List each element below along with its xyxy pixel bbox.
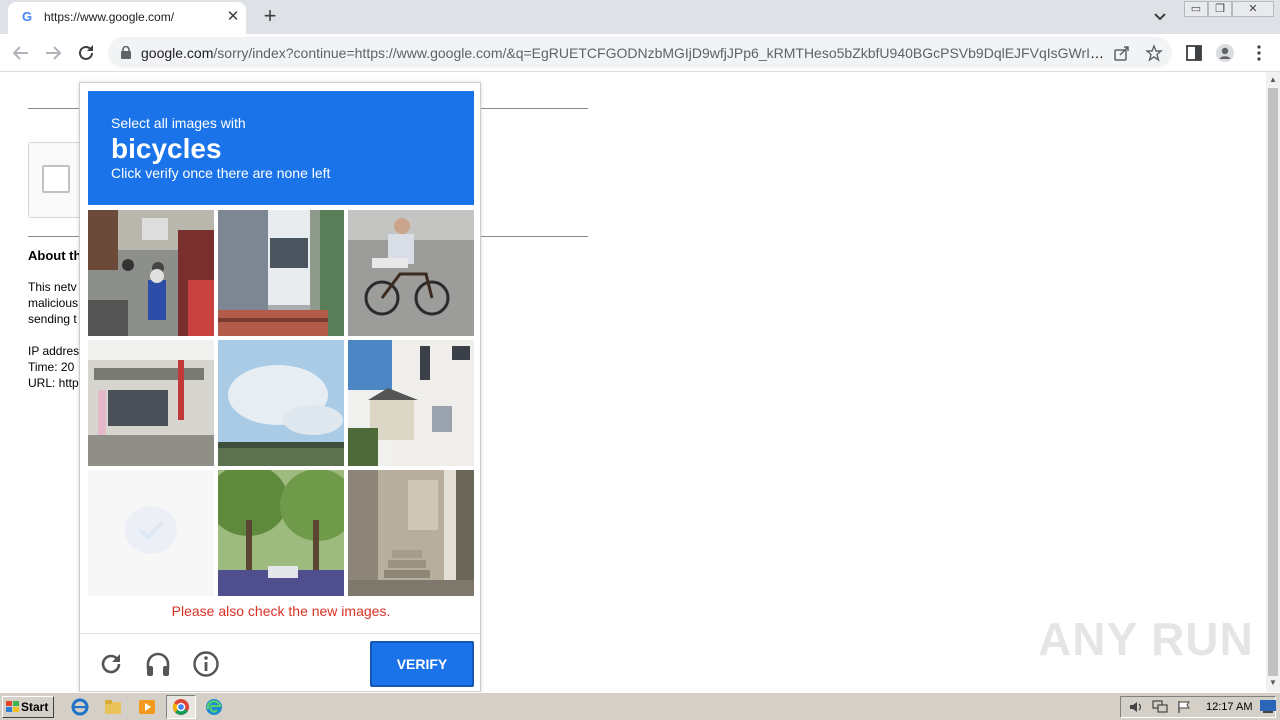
image-tile[interactable] bbox=[88, 340, 214, 466]
edge-icon[interactable] bbox=[205, 698, 223, 716]
url-text[interactable]: google.com/sorry/index?continue=https://… bbox=[141, 45, 1106, 61]
info-line: IP addres bbox=[28, 344, 80, 358]
address-bar[interactable]: google.com/sorry/index?continue=https://… bbox=[108, 37, 1172, 68]
image-grid bbox=[88, 210, 474, 596]
volume-icon[interactable] bbox=[1129, 700, 1143, 714]
minimize-button[interactable]: ▭ bbox=[1184, 1, 1208, 17]
forward-arrow-icon[interactable] bbox=[40, 40, 66, 66]
about-heading: About th bbox=[28, 248, 82, 263]
challenge-keyword: bicycles bbox=[111, 133, 222, 164]
info-line: malicious bbox=[28, 296, 79, 310]
image-tile[interactable] bbox=[88, 210, 214, 336]
recaptcha-checkbox[interactable] bbox=[42, 165, 70, 193]
windows-flag-icon bbox=[6, 701, 19, 712]
headphones-audio-icon[interactable] bbox=[143, 649, 173, 679]
scroll-down-arrow-icon[interactable]: ▼ bbox=[1269, 678, 1277, 687]
side-panel-icon[interactable] bbox=[1184, 43, 1204, 63]
back-arrow-icon[interactable] bbox=[8, 40, 34, 66]
profile-avatar-icon[interactable] bbox=[1215, 43, 1235, 63]
action-center-flag-icon[interactable] bbox=[1177, 700, 1191, 714]
maximize-button[interactable]: ❐ bbox=[1208, 1, 1232, 17]
anyrun-watermark: ANY RUN bbox=[1038, 613, 1254, 665]
google-favicon-icon: G bbox=[22, 9, 33, 24]
file-explorer-folder-icon[interactable] bbox=[104, 698, 122, 716]
taskbar-clock[interactable]: 12:17 AM bbox=[1206, 701, 1252, 713]
close-window-button[interactable]: ✕ bbox=[1232, 1, 1274, 17]
show-desktop-icon[interactable] bbox=[1260, 700, 1276, 713]
image-tile[interactable] bbox=[218, 210, 344, 336]
media-player-icon[interactable] bbox=[138, 698, 156, 716]
tab-search-chevron-icon[interactable] bbox=[1150, 8, 1170, 26]
tab-close-icon[interactable]: ✕ bbox=[225, 9, 241, 25]
chrome-taskbar-button[interactable] bbox=[166, 695, 196, 719]
reload-icon[interactable] bbox=[73, 40, 99, 66]
bookmark-star-icon[interactable] bbox=[1145, 44, 1163, 62]
verify-button[interactable]: VERIFY bbox=[370, 641, 474, 687]
info-line[interactable]: URL: http bbox=[28, 376, 79, 390]
image-tile[interactable] bbox=[88, 470, 214, 596]
challenge-subtext: Click verify once there are none left bbox=[111, 165, 331, 181]
windows-taskbar: Start 12:17 AM bbox=[0, 692, 1280, 720]
lock-icon[interactable] bbox=[120, 46, 132, 59]
image-tile[interactable] bbox=[218, 340, 344, 466]
internet-explorer-icon[interactable] bbox=[71, 698, 89, 716]
info-line: sending t bbox=[28, 312, 77, 326]
challenge-instruction: Select all images with bbox=[111, 115, 246, 131]
scroll-up-arrow-icon[interactable]: ▲ bbox=[1269, 75, 1277, 84]
challenge-header: Select all images with bicycles Click ve… bbox=[88, 91, 474, 205]
system-tray bbox=[1120, 696, 1276, 718]
image-tile[interactable] bbox=[218, 470, 344, 596]
image-tile[interactable] bbox=[348, 470, 474, 596]
tab-title: https://www.google.com/ bbox=[44, 10, 175, 24]
image-tile[interactable] bbox=[348, 340, 474, 466]
footer-divider bbox=[80, 633, 482, 634]
info-line: This netv bbox=[28, 280, 77, 294]
info-line: Time: 20 bbox=[28, 360, 75, 374]
scrollbar-thumb[interactable] bbox=[1268, 88, 1278, 676]
recaptcha-challenge-dialog: Select all images with bicycles Click ve… bbox=[79, 82, 482, 692]
browser-tab[interactable]: G https://www.google.com/ ✕ bbox=[8, 2, 246, 34]
info-help-icon[interactable] bbox=[191, 649, 221, 679]
reload-challenge-icon[interactable] bbox=[96, 649, 126, 679]
network-icon[interactable] bbox=[1152, 700, 1168, 714]
menu-kebab-icon[interactable] bbox=[1249, 43, 1269, 63]
image-tile[interactable] bbox=[348, 210, 474, 336]
error-message: Please also check the new images. bbox=[171, 603, 391, 619]
start-label: Start bbox=[21, 700, 49, 714]
share-icon[interactable] bbox=[1113, 44, 1131, 62]
vertical-scrollbar[interactable]: ▲ ▼ bbox=[1266, 72, 1280, 692]
browser-toolbar: google.com/sorry/index?continue=https://… bbox=[0, 34, 1280, 72]
new-tab-button[interactable]: + bbox=[258, 5, 282, 29]
tab-strip: G https://www.google.com/ ✕ + ▭ ❐ ✕ bbox=[0, 0, 1280, 34]
start-button[interactable]: Start bbox=[2, 696, 54, 718]
chrome-icon bbox=[173, 699, 189, 715]
